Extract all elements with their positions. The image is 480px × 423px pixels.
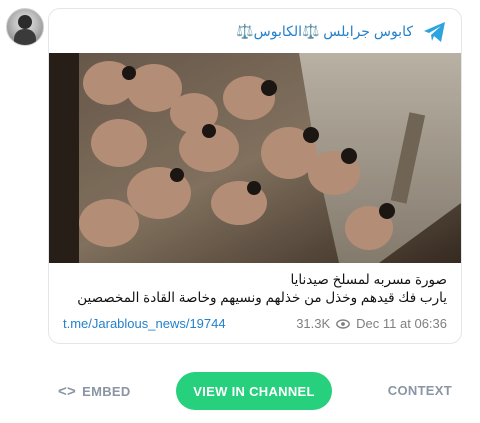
view-count: 31.3K	[296, 316, 331, 331]
avatar-head-shape	[18, 15, 32, 29]
caption-line-1: صورة مسربه لمسلخ صيدنايا	[290, 272, 447, 287]
post-date: Dec 11 at 06:36	[356, 316, 447, 331]
post-card: كابوس جرابلس ⚖️الكابوس⚖️ صورة مسربه لمسل…	[48, 8, 462, 344]
embed-button[interactable]: <> EMBED	[58, 383, 131, 400]
code-brackets-icon: <>	[58, 383, 77, 400]
telegram-icon	[424, 22, 445, 42]
post-footer: t.me/Jarablous_news/19744 31.3K Dec 11 a…	[63, 316, 447, 334]
post-meta: 31.3K Dec 11 at 06:36	[296, 316, 447, 331]
post-caption: صورة مسربه لمسلخ صيدنايا يارب فك قيدهم و…	[57, 271, 447, 307]
post-link[interactable]: t.me/Jarablous_news/19744	[63, 316, 226, 331]
post-photo[interactable]	[49, 53, 461, 263]
channel-name[interactable]: كابوس جرابلس ⚖️الكابوس⚖️	[236, 23, 413, 40]
view-in-channel-button[interactable]: VIEW IN CHANNEL	[176, 372, 332, 410]
prison-photo-image	[49, 53, 461, 263]
avatar-body-shape	[14, 29, 36, 45]
context-button[interactable]: CONTEXT	[388, 383, 452, 398]
embed-label: EMBED	[82, 384, 131, 399]
action-bar: <> EMBED VIEW IN CHANNEL CONTEXT	[0, 368, 480, 414]
channel-avatar[interactable]	[6, 8, 44, 46]
caption-line-2: يارب فك قيدهم وخذل من خذلهم ونسيهم وخاصة…	[77, 290, 447, 305]
post-header: كابوس جرابلس ⚖️الكابوس⚖️	[49, 9, 461, 53]
eye-icon	[336, 318, 351, 329]
